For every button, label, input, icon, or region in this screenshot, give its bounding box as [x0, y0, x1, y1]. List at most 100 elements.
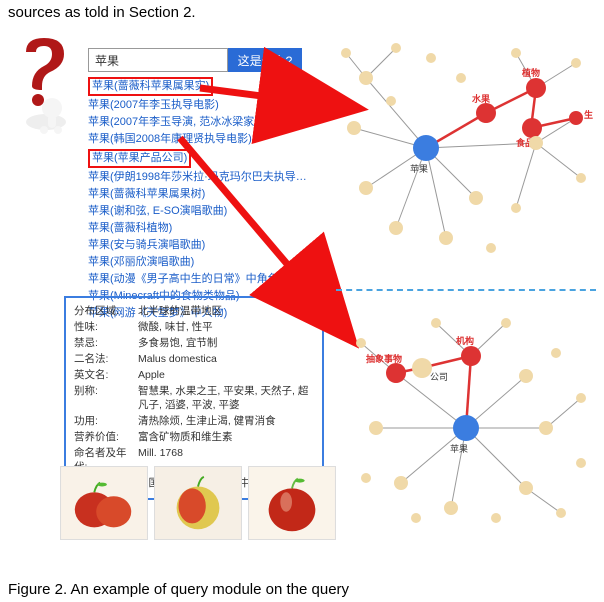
info-value: 微酸, 味甘, 性平 [138, 320, 314, 334]
info-label: 性味: [74, 320, 138, 334]
node-plant-label: 植物 [522, 66, 540, 79]
info-row: 性味:微酸, 味甘, 性平 [74, 320, 314, 334]
result-item[interactable]: 苹果(2007年李玉导演, 范冰冰梁家辉主演电影) [88, 114, 308, 131]
node-center-blue-2 [453, 415, 479, 441]
figure-caption: Figure 2. An example of query module on … [8, 581, 349, 598]
result-item[interactable]: 苹果(韩国2008年康理贤执导电影) [88, 131, 308, 148]
info-value: Malus domestica [138, 352, 314, 366]
info-value: Apple [138, 368, 314, 382]
node-b13 [361, 473, 371, 483]
node-t15 [386, 96, 396, 106]
node-t10 [571, 58, 581, 68]
node-center-blue [413, 135, 439, 161]
node-t8 [391, 43, 401, 53]
info-label: 二名法: [74, 352, 138, 366]
search-results-list: 苹果(蔷薇科苹果属果实)苹果(2007年李玉执导电影)苹果(2007年李玉导演,… [88, 76, 308, 322]
node-b5 [539, 421, 553, 435]
node-b14 [551, 348, 561, 358]
node-center-label-2: 苹果 [450, 442, 468, 455]
info-row: 功用:清热除烦, 生津止渴, 健胃消食 [74, 414, 314, 428]
apple-images-row [60, 466, 336, 540]
result-item[interactable]: 苹果(蔷薇科苹果属果树) [88, 186, 308, 203]
info-label: 功用: [74, 414, 138, 428]
node-t3 [359, 181, 373, 195]
result-item[interactable]: 苹果(邓丽欣演唱歌曲) [88, 254, 308, 271]
node-b2 [394, 476, 408, 490]
result-item[interactable]: 苹果(谢和弦, E-SO演唱歌曲) [88, 203, 308, 220]
node-t2 [347, 121, 361, 135]
node-plant [526, 78, 546, 98]
node-t13 [511, 203, 521, 213]
result-item[interactable]: 苹果(苹果产品公司) [88, 148, 308, 169]
node-t5 [529, 136, 543, 150]
info-row: 二名法:Malus domestica [74, 352, 314, 366]
info-row: 营养价值:富含矿物质和维生素 [74, 430, 314, 444]
info-label: 禁忌: [74, 336, 138, 350]
node-t4 [389, 221, 403, 235]
node-t11 [511, 48, 521, 58]
node-life [569, 111, 583, 125]
node-food [522, 118, 542, 138]
figure-wrap: 这是什么? 苹果(蔷薇科苹果属果实)苹果(2007年李玉执导电影)苹果(2007… [0, 28, 604, 562]
node-b3 [444, 501, 458, 515]
node-b4 [519, 369, 533, 383]
result-item[interactable]: 苹果(2007年李玉执导电影) [88, 97, 308, 114]
node-org [461, 346, 481, 366]
node-center-label: 苹果 [410, 162, 428, 175]
node-org-label: 机构 [456, 334, 474, 347]
apple-image-3 [248, 466, 336, 540]
graph-bottom: 苹果 机构 公司 抽象事物 [336, 298, 596, 548]
node-t17 [426, 53, 436, 63]
info-row: 别称:智慧果, 水果之王, 平安果, 天然子, 超凡子, 滔婆, 平波, 平婆 [74, 384, 314, 412]
node-company-label: 公司 [430, 370, 448, 383]
node-b1 [369, 421, 383, 435]
info-label: 营养价值: [74, 430, 138, 444]
info-label: 英文名: [74, 368, 138, 382]
search-row: 这是什么? [88, 48, 302, 72]
top-context-text: sources as told in Section 2. [8, 4, 196, 21]
node-fruit-label: 水果 [472, 92, 490, 105]
node-abstract [386, 363, 406, 383]
node-abstract-label: 抽象事物 [366, 352, 402, 365]
result-item[interactable]: 苹果(动漫《男子高中生的日常》中角色) [88, 271, 308, 288]
node-b6 [519, 481, 533, 495]
node-b11 [556, 508, 566, 518]
apple-image-2 [154, 466, 242, 540]
node-t6 [469, 191, 483, 205]
node-fruit [476, 103, 496, 123]
node-b10 [576, 393, 586, 403]
node-t14 [486, 243, 496, 253]
info-value: 多食易饱, 宜节制 [138, 336, 314, 350]
node-company [412, 358, 432, 378]
node-b8 [501, 318, 511, 328]
result-item[interactable]: 苹果(安与骑兵演唱歌曲) [88, 237, 308, 254]
node-t1 [359, 71, 373, 85]
node-t16 [456, 73, 466, 83]
info-value: 北半球的温带地区 [138, 304, 314, 318]
info-row: 禁忌:多食易饱, 宜节制 [74, 336, 314, 350]
graph-top-edges [336, 28, 596, 278]
result-item[interactable]: 苹果(伊朗1998年莎米拉·玛克玛尔巴夫执导电影) [88, 169, 308, 186]
info-value: 富含矿物质和维生素 [138, 430, 314, 444]
result-item[interactable]: 苹果(蔷薇科苹果属果实) [88, 76, 308, 97]
search-input[interactable] [88, 48, 228, 72]
node-b12 [491, 513, 501, 523]
node-t9 [341, 48, 351, 58]
node-b7 [431, 318, 441, 328]
node-t12 [576, 173, 586, 183]
info-value: 清热除烦, 生津止渴, 健胃消食 [138, 414, 314, 428]
graph-top: 苹果 水果 植物 食品 生 [336, 28, 596, 278]
info-label: 分布区域: [74, 304, 138, 318]
node-b15 [411, 513, 421, 523]
info-label: 别称: [74, 384, 138, 412]
info-row: 英文名:Apple [74, 368, 314, 382]
apple-image-1 [60, 466, 148, 540]
result-item[interactable]: 苹果(蔷薇科植物) [88, 220, 308, 237]
search-button[interactable]: 这是什么? [228, 48, 302, 72]
node-b9 [356, 338, 366, 348]
node-b16 [576, 458, 586, 468]
node-t7 [439, 231, 453, 245]
info-value: 智慧果, 水果之王, 平安果, 天然子, 超凡子, 滔婆, 平波, 平婆 [138, 384, 314, 412]
question-mark-figure [8, 34, 78, 134]
node-life-label: 生 [584, 108, 593, 121]
